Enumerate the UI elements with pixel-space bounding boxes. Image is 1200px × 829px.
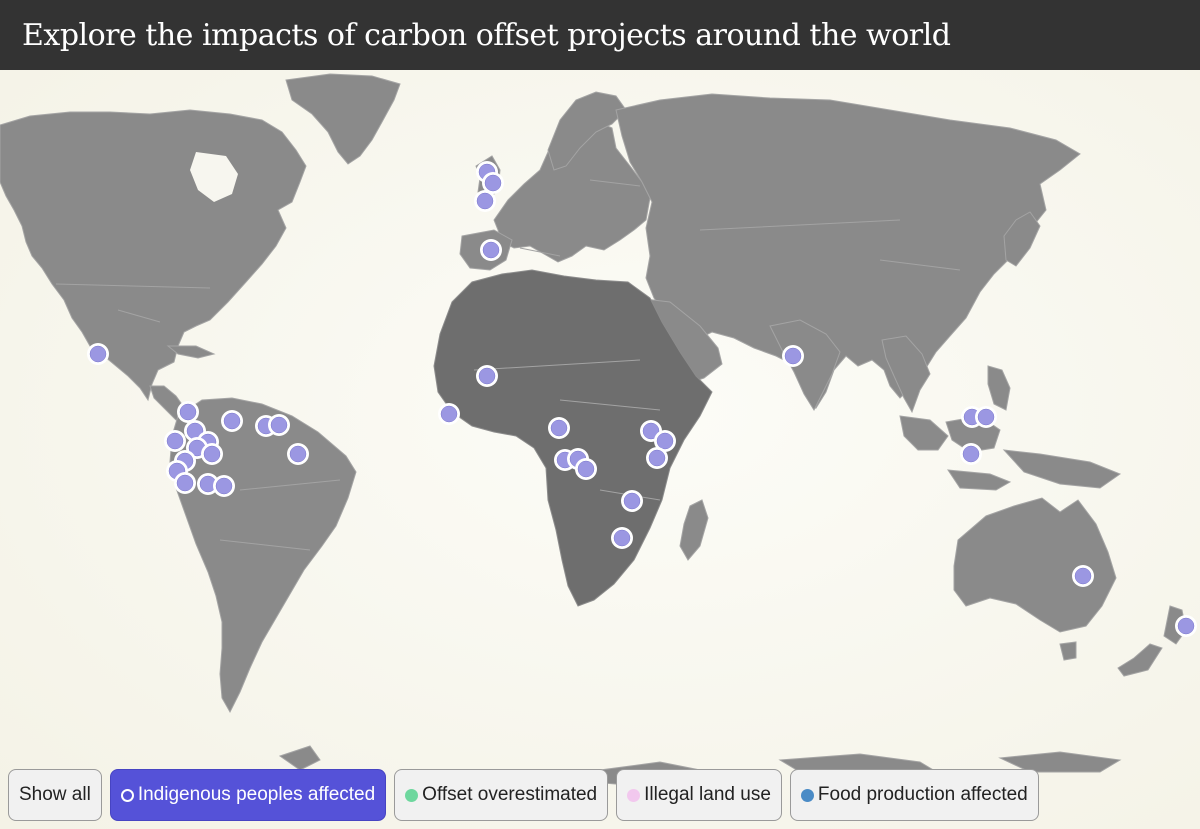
land-tasmania: [1059, 641, 1077, 661]
pink-dot-icon: [627, 788, 641, 802]
green-dot-icon: [405, 788, 419, 802]
project-marker[interactable]: [621, 490, 643, 512]
project-marker[interactable]: [480, 239, 502, 261]
project-marker[interactable]: [960, 443, 982, 465]
project-marker[interactable]: [548, 417, 570, 439]
filter-bar: Show all Indigenous peoples affected Off…: [8, 769, 1039, 821]
project-marker[interactable]: [221, 410, 243, 432]
project-marker[interactable]: [268, 414, 290, 436]
indigenous-peoples-filter-button[interactable]: Indigenous peoples affected: [109, 769, 387, 821]
project-marker[interactable]: [474, 190, 496, 212]
land-north-america: [0, 109, 307, 402]
land-greenland: [285, 73, 401, 165]
project-marker[interactable]: [438, 403, 460, 425]
food-production-filter-button[interactable]: Food production affected: [789, 769, 1039, 821]
project-marker[interactable]: [177, 401, 199, 423]
ring-outline-icon: [120, 788, 134, 802]
illegal-land-use-filter-button[interactable]: Illegal land use: [616, 769, 782, 821]
land-australia: [953, 497, 1117, 633]
blue-dot-icon: [800, 788, 814, 802]
show-all-label: Show all: [19, 784, 91, 805]
world-map-svg: [0, 73, 1197, 787]
project-marker[interactable]: [782, 345, 804, 367]
project-marker[interactable]: [213, 475, 235, 497]
project-marker[interactable]: [174, 472, 196, 494]
illegal-land-use-label: Illegal land use: [644, 784, 771, 805]
offset-overestimated-label: Offset overestimated: [422, 784, 598, 805]
project-marker[interactable]: [201, 443, 223, 465]
show-all-button[interactable]: Show all: [8, 769, 102, 821]
project-marker[interactable]: [975, 406, 997, 428]
land-madagascar: [679, 499, 709, 561]
project-marker[interactable]: [164, 430, 186, 452]
project-marker[interactable]: [611, 527, 633, 549]
page-title: Explore the impacts of carbon offset pro…: [22, 17, 951, 53]
world-map[interactable]: [0, 70, 1200, 829]
project-marker[interactable]: [287, 443, 309, 465]
offset-overestimated-filter-button[interactable]: Offset overestimated: [394, 769, 609, 821]
land-indonesia: [899, 415, 1122, 491]
project-marker[interactable]: [646, 447, 668, 469]
land-philippines: [987, 365, 1011, 411]
project-marker[interactable]: [476, 365, 498, 387]
food-production-label: Food production affected: [817, 784, 1028, 805]
land-new-zealand: [1117, 605, 1187, 677]
project-marker[interactable]: [1175, 615, 1197, 637]
project-marker[interactable]: [575, 458, 597, 480]
project-marker[interactable]: [87, 343, 109, 365]
indigenous-peoples-label: Indigenous peoples affected: [137, 784, 376, 805]
page-header: Explore the impacts of carbon offset pro…: [0, 0, 1200, 70]
project-marker[interactable]: [1072, 565, 1094, 587]
